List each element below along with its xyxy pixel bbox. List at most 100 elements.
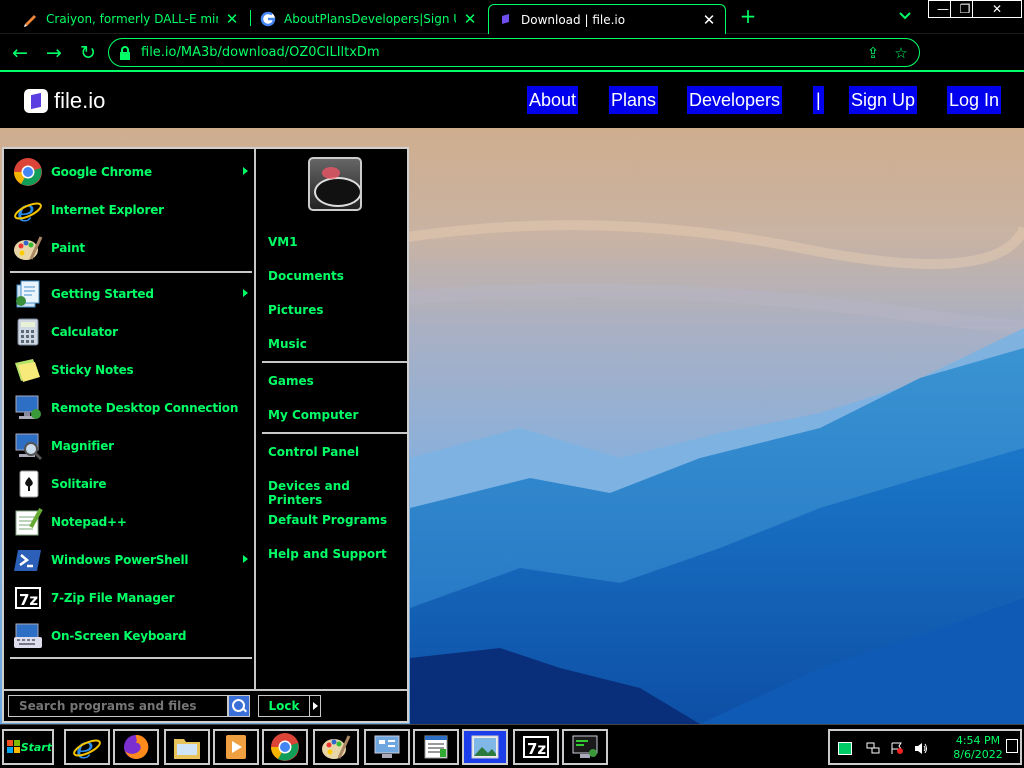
start-item-internet-explorer[interactable]: e Internet Explorer — [12, 192, 252, 228]
place-devices-and-printers[interactable]: Devices and Printers — [268, 479, 407, 507]
powershell-icon — [12, 544, 44, 576]
taskbar-control-panel-button[interactable] — [364, 729, 410, 765]
lock-icon[interactable] — [119, 45, 131, 60]
separator — [262, 361, 407, 363]
volume-icon[interactable] — [914, 742, 928, 755]
taskbar-firefox-button[interactable] — [113, 729, 159, 765]
forward-arrow-icon[interactable]: → — [42, 41, 66, 65]
action-center-flag-icon[interactable] — [890, 742, 904, 755]
place-games[interactable]: Games — [268, 374, 314, 388]
place-vm1[interactable]: VM1 — [268, 235, 298, 249]
search-icon[interactable] — [228, 695, 250, 717]
start-item-paint[interactable]: Paint — [12, 230, 252, 266]
taskbar-photo-viewer-button-active[interactable] — [462, 729, 508, 765]
program-label: Getting Started — [51, 287, 154, 301]
program-label: Solitaire — [51, 477, 107, 491]
start-label: Start — [20, 740, 52, 754]
program-label: Windows PowerShell — [51, 553, 189, 567]
submenu-arrow-icon[interactable] — [243, 167, 248, 175]
start-item-remote-desktop[interactable]: Remote Desktop Connection — [12, 390, 252, 426]
bookmark-star-icon[interactable]: ☆ — [891, 43, 911, 63]
sticky-notes-icon — [12, 354, 44, 386]
close-tab-icon[interactable]: ✕ — [701, 12, 717, 28]
7zip-icon: 7z — [12, 582, 44, 614]
tab-divider — [250, 10, 251, 26]
taskbar-chrome-button[interactable] — [262, 729, 308, 765]
place-music[interactable]: Music — [268, 337, 307, 351]
taskbar-notepad-button[interactable] — [413, 729, 459, 765]
nav-signup-link[interactable]: Sign Up — [849, 86, 918, 114]
chevron-down-icon[interactable] — [896, 8, 914, 26]
start-item-calculator[interactable]: Calculator — [12, 314, 252, 350]
start-button[interactable]: Start — [2, 729, 54, 765]
address-bar[interactable]: file.io/MA3b/download/OZ0CILIltxDm ⇪ ☆ — [108, 38, 920, 67]
close-window-button[interactable]: ✕ — [972, 0, 1022, 18]
show-desktop-icon[interactable] — [1006, 739, 1018, 753]
start-item-magnifier[interactable]: Magnifier — [12, 428, 252, 464]
submenu-arrow-icon[interactable] — [243, 555, 248, 563]
place-help-and-support[interactable]: Help and Support — [268, 547, 387, 561]
place-default-programs[interactable]: Default Programs — [268, 513, 387, 527]
fileio-logo[interactable]: file.io — [24, 88, 105, 114]
taskbar-7zip-button[interactable]: 7z — [513, 729, 559, 765]
place-documents[interactable]: Documents — [268, 269, 344, 283]
media-player-icon — [226, 735, 246, 759]
chrome-icon — [271, 733, 299, 761]
start-item-google-chrome[interactable]: Google Chrome — [12, 154, 252, 190]
paint-icon — [322, 735, 351, 759]
tab-title: Download | file.io — [521, 12, 626, 27]
taskbar: Start e 7z 4:54 PM 8/6/2022 — [0, 724, 1024, 768]
share-icon[interactable]: ⇪ — [863, 43, 883, 63]
place-pictures[interactable]: Pictures — [268, 303, 324, 317]
user-account-picture[interactable] — [308, 157, 362, 211]
taskbar-media-player-button[interactable] — [213, 729, 259, 765]
start-item-getting-started[interactable]: Getting Started — [12, 276, 252, 312]
taskbar-ie-button[interactable]: e — [64, 729, 110, 765]
remote-terminal-icon — [572, 735, 598, 758]
back-arrow-icon[interactable]: ← — [8, 41, 32, 65]
start-menu-footer: Lock — [4, 689, 407, 721]
logo-text: file.io — [54, 88, 106, 113]
start-item-sticky-notes[interactable]: Sticky Notes — [12, 352, 252, 388]
nav-about-link[interactable]: About — [527, 86, 579, 114]
start-item-windows-powershell[interactable]: Windows PowerShell — [12, 542, 252, 578]
screen: Craiyon, formerly DALL-E mini ✕ AboutPla… — [0, 0, 1024, 768]
7zip-icon: 7z — [523, 736, 549, 758]
submenu-arrow-icon[interactable] — [243, 289, 248, 297]
calculator-icon — [12, 316, 44, 348]
browser-tab-strip: Craiyon, formerly DALL-E mini ✕ AboutPla… — [0, 0, 1024, 34]
tab-fileio-google[interactable]: AboutPlansDevelopers|Sign UpLog ✕ — [252, 4, 486, 34]
program-label: Magnifier — [51, 439, 114, 453]
taskbar-explorer-button[interactable] — [164, 729, 210, 765]
start-item-on-screen-keyboard[interactable]: On-Screen Keyboard — [12, 618, 252, 654]
close-tab-icon[interactable]: ✕ — [224, 11, 240, 27]
url-text[interactable]: file.io/MA3b/download/OZ0CILIltxDm — [141, 45, 863, 60]
start-search-input[interactable] — [8, 695, 228, 717]
tab-download-fileio-active[interactable]: Download | file.io ✕ — [488, 4, 726, 34]
chrome-icon — [12, 156, 44, 188]
reload-icon[interactable]: ↻ — [76, 41, 100, 65]
status-indicator-icon[interactable] — [838, 742, 852, 755]
start-item-solitaire[interactable]: Solitaire — [12, 466, 252, 502]
close-tab-icon[interactable]: ✕ — [462, 11, 478, 27]
notepad-icon — [424, 735, 448, 759]
taskbar-paint-button[interactable] — [313, 729, 359, 765]
new-tab-button[interactable]: + — [738, 6, 758, 26]
nav-login-link[interactable]: Log In — [947, 86, 1002, 114]
keyboard-icon — [12, 620, 44, 652]
start-item-7zip[interactable]: 7z 7-Zip File Manager — [12, 580, 252, 616]
program-label: Sticky Notes — [51, 363, 134, 377]
tab-craiyon[interactable]: Craiyon, formerly DALL-E mini ✕ — [14, 4, 248, 34]
remote-desktop-icon — [12, 392, 44, 424]
nav-plans-link[interactable]: Plans — [609, 86, 659, 114]
taskbar-remote-terminal-button[interactable] — [562, 729, 608, 765]
network-icon[interactable] — [866, 742, 880, 755]
start-item-notepadpp[interactable]: Notepad++ — [12, 504, 252, 540]
browser-toolbar: ← → ↻ file.io/MA3b/download/OZ0CILIltxDm… — [0, 34, 1024, 95]
lock-button[interactable]: Lock — [258, 695, 310, 717]
nav-developers-link[interactable]: Developers — [687, 86, 783, 114]
shutdown-options-arrow-icon[interactable] — [309, 695, 321, 717]
ie-icon: e — [12, 194, 44, 226]
place-control-panel[interactable]: Control Panel — [268, 445, 359, 459]
place-my-computer[interactable]: My Computer — [268, 408, 358, 422]
